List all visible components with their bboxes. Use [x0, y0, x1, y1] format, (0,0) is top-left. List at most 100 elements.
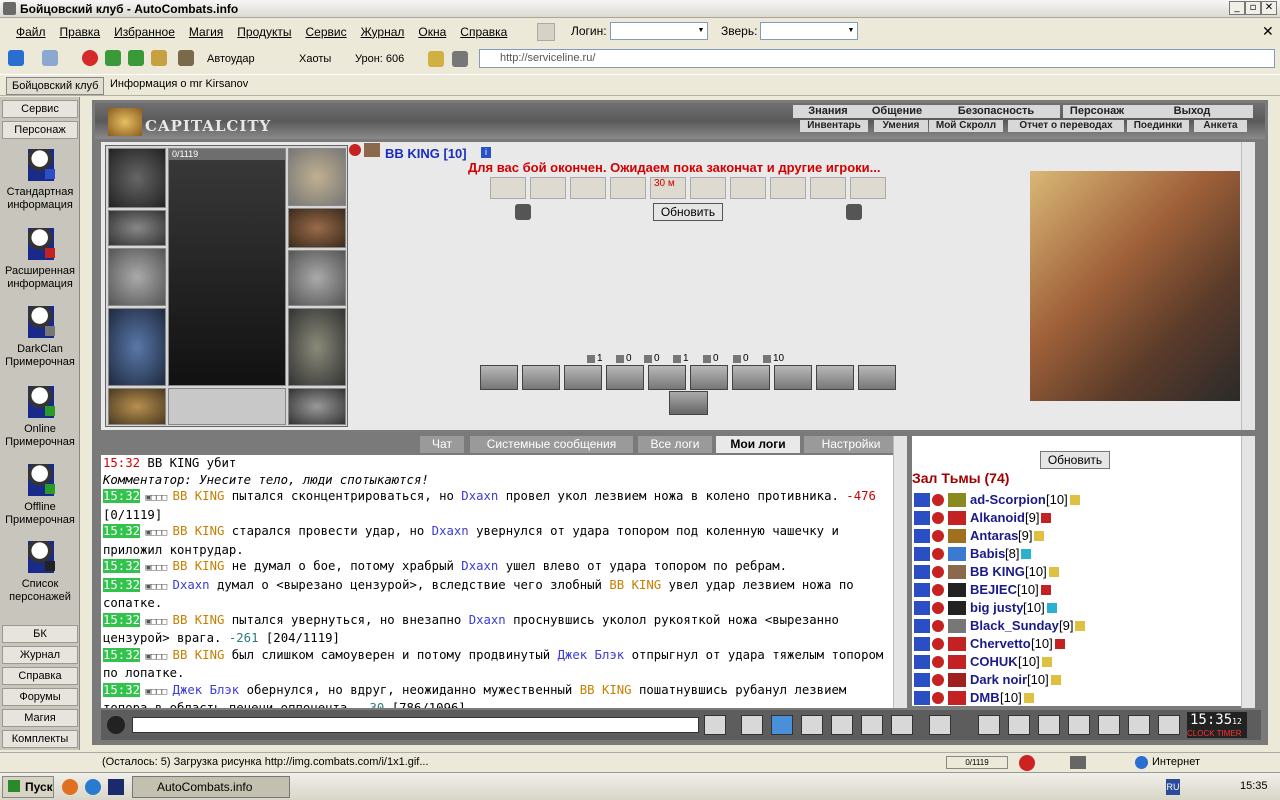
autoudar-button[interactable]: Автоудар: [207, 50, 255, 68]
skill-slot[interactable]: [648, 365, 686, 390]
left-item-label[interactable]: Online Примерочная: [0, 423, 80, 449]
info-badge-icon[interactable]: [1047, 603, 1057, 613]
info-badge-icon[interactable]: [1034, 531, 1044, 541]
clear-icon[interactable]: [741, 715, 763, 735]
menu-item[interactable]: Избранное: [114, 25, 175, 39]
skill-slot[interactable]: [774, 365, 812, 390]
player-row[interactable]: big justy [10]: [912, 599, 1232, 617]
nav-bottom-item[interactable]: Анкета: [1194, 120, 1247, 132]
nav-bottom-item[interactable]: Мой Скролл: [929, 120, 1003, 132]
info-badge-icon[interactable]: [1041, 513, 1051, 523]
player-row[interactable]: ad-Scorpion [10]: [912, 491, 1232, 509]
menu-item[interactable]: Окна: [418, 25, 446, 39]
info-badge-icon[interactable]: [1075, 621, 1085, 631]
player-row[interactable]: Antaras [9]: [912, 527, 1232, 545]
stop-icon[interactable]: [82, 50, 98, 66]
player-row[interactable]: COHUK [10]: [912, 653, 1232, 671]
desktop-icon[interactable]: [108, 779, 124, 795]
skill-slot[interactable]: [732, 365, 770, 390]
arrows-icon[interactable]: [914, 691, 930, 705]
menu-item[interactable]: Продукты: [237, 25, 291, 39]
refresh-battle-button[interactable]: Обновить: [653, 203, 723, 221]
arrows-icon[interactable]: [914, 637, 930, 651]
player-row[interactable]: Alkanoid [9]: [912, 509, 1232, 527]
player-name[interactable]: Chervetto: [970, 635, 1031, 653]
split-icon[interactable]: [861, 715, 883, 735]
menu-item[interactable]: Справка: [460, 25, 507, 39]
filter-icon[interactable]: [452, 51, 468, 67]
task-autocombats[interactable]: AutoCombats.info: [132, 776, 290, 798]
club-tab[interactable]: Бойцовский клуб: [6, 77, 105, 95]
left-bottom-button[interactable]: Комплекты: [2, 730, 78, 748]
skill-slot[interactable]: [480, 365, 518, 390]
nav-bottom-item[interactable]: Поединки: [1127, 120, 1189, 132]
scroll-slot[interactable]: [850, 177, 886, 199]
room-scrollbar[interactable]: [1241, 436, 1255, 708]
back-icon[interactable]: [8, 50, 24, 66]
scroll-slot[interactable]: [810, 177, 846, 199]
menu-item[interactable]: Сервис: [306, 25, 347, 39]
info-badge-icon[interactable]: [1021, 549, 1031, 559]
run-icon[interactable]: [831, 715, 853, 735]
skill-slot[interactable]: [564, 365, 602, 390]
player-row[interactable]: BEJIEC [10]: [912, 581, 1232, 599]
left-top-button[interactable]: Сервис: [2, 100, 78, 118]
bracers-slot[interactable]: [108, 210, 166, 246]
attack-icon[interactable]: [932, 494, 944, 506]
attack-icon[interactable]: [932, 530, 944, 542]
chat-scrollbar[interactable]: [893, 436, 907, 708]
scroll-slot[interactable]: [530, 177, 566, 199]
tab-2[interactable]: Все логи: [638, 436, 712, 453]
arrows-icon[interactable]: [914, 655, 930, 669]
menu-item[interactable]: Правка: [60, 25, 101, 39]
attack-icon[interactable]: [932, 566, 944, 578]
smiley-icon[interactable]: [929, 715, 951, 735]
player-name[interactable]: BEJIEC: [970, 581, 1017, 599]
language-icon[interactable]: RU: [1166, 779, 1180, 795]
offhand-slot[interactable]: [288, 250, 346, 306]
player-name[interactable]: ad-Scorpion: [970, 491, 1046, 509]
player-name[interactable]: COHUK: [970, 653, 1018, 671]
helmet-slot[interactable]: [108, 148, 166, 208]
filter-icon[interactable]: [771, 715, 793, 735]
skill-slot[interactable]: [606, 365, 644, 390]
enter-icon[interactable]: [704, 715, 726, 735]
exit-icon[interactable]: [1158, 715, 1180, 735]
smile-icon[interactable]: [107, 716, 125, 734]
address-field[interactable]: http://serviceline.ru/: [479, 49, 1275, 68]
rings-slot[interactable]: [168, 388, 286, 425]
gift-icon[interactable]: [1098, 715, 1120, 735]
arrows-icon[interactable]: [914, 547, 930, 561]
player-row[interactable]: Black_Sunday [9]: [912, 617, 1232, 635]
tab-3[interactable]: Мои логи: [716, 436, 800, 453]
tab-1[interactable]: Системные сообщения: [470, 436, 633, 453]
info-tab[interactable]: Информация о mr Kirsanov: [110, 78, 248, 90]
attack-icon[interactable]: [932, 512, 944, 524]
belt-slot[interactable]: [108, 388, 166, 425]
left-top-button[interactable]: Персонаж: [2, 121, 78, 139]
left-item-label[interactable]: Расширенная информация: [0, 265, 80, 291]
home-page-icon[interactable]: [151, 50, 167, 66]
tab-4[interactable]: Настройки: [804, 436, 898, 453]
firefox-icon[interactable]: [62, 779, 78, 795]
player-name[interactable]: BB KING [10]: [385, 146, 467, 161]
flag-icon[interactable]: [1128, 715, 1150, 735]
haoty-button[interactable]: Хаоты: [299, 50, 331, 68]
left-bottom-button[interactable]: Справка: [2, 667, 78, 685]
nav-top-item[interactable]: Выход: [1131, 105, 1253, 118]
earrings-slot[interactable]: [288, 148, 346, 206]
forward-icon[interactable]: [42, 50, 58, 66]
left-bottom-button[interactable]: Форумы: [2, 688, 78, 706]
player-row[interactable]: Babis [8]: [912, 545, 1232, 563]
gear-icon[interactable]: [1038, 715, 1060, 735]
player-name[interactable]: Antaras: [970, 527, 1018, 545]
left-bottom-button[interactable]: БК: [2, 625, 78, 643]
left-bottom-button[interactable]: Магия: [2, 709, 78, 727]
arrows-icon[interactable]: [914, 601, 930, 615]
left-item-label[interactable]: Стандартная информация: [0, 186, 80, 212]
player-name[interactable]: DMB: [970, 689, 1000, 706]
tab-0[interactable]: Чат: [420, 436, 464, 453]
info-badge-icon[interactable]: [1024, 693, 1034, 703]
player-row[interactable]: DMB [10]: [912, 689, 1232, 706]
menu-item[interactable]: Магия: [189, 25, 223, 39]
